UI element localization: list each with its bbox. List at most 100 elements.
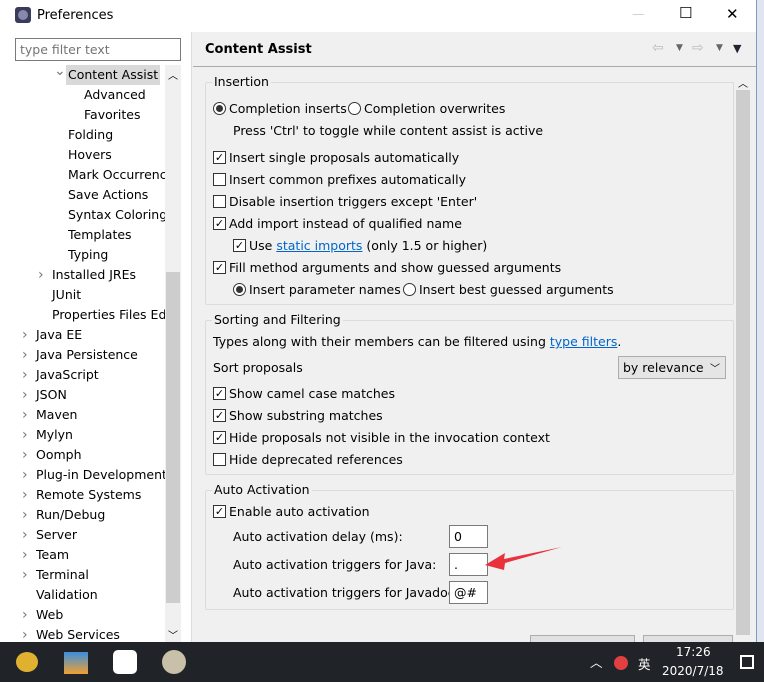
back-icon[interactable]: ⇦ bbox=[652, 40, 664, 56]
filter-input[interactable] bbox=[15, 38, 181, 61]
tree-item[interactable]: › Remote Systems bbox=[0, 485, 165, 505]
chevron-right-icon[interactable]: › bbox=[22, 505, 28, 525]
tree-item[interactable]: Favorites bbox=[0, 105, 165, 125]
chevron-right-icon[interactable]: › bbox=[22, 565, 28, 585]
chevron-right-icon[interactable]: › bbox=[22, 465, 28, 485]
chevron-right-icon[interactable]: › bbox=[22, 325, 28, 345]
use-static-imports-checkbox[interactable]: ✓ bbox=[233, 239, 246, 252]
tree-item-label: Templates bbox=[68, 227, 132, 242]
completion-overwrites-radio[interactable] bbox=[348, 102, 361, 115]
chevron-right-icon[interactable]: › bbox=[22, 545, 28, 565]
clock-time[interactable]: 17:26 bbox=[676, 645, 711, 659]
ime-indicator[interactable]: 英 bbox=[638, 654, 651, 673]
tree-item[interactable]: › Mylyn bbox=[0, 425, 165, 445]
disable-triggers-checkbox[interactable] bbox=[213, 195, 226, 208]
tree-item[interactable]: › Run/Debug bbox=[0, 505, 165, 525]
insert-common-checkbox[interactable] bbox=[213, 173, 226, 186]
substring-checkbox[interactable]: ✓ bbox=[213, 409, 226, 422]
chevron-right-icon[interactable]: › bbox=[22, 405, 28, 425]
app-icon-4[interactable] bbox=[162, 650, 186, 674]
static-imports-link[interactable]: static imports bbox=[276, 238, 362, 253]
insert-param-names-label: Insert parameter names bbox=[249, 282, 401, 297]
insertion-title: Insertion bbox=[212, 74, 271, 89]
sort-proposals-label: Sort proposals bbox=[213, 360, 303, 375]
enable-auto-activation-label: Enable auto activation bbox=[229, 504, 370, 519]
tree-item[interactable]: › Web bbox=[0, 605, 165, 625]
tree-item[interactable]: › Maven bbox=[0, 405, 165, 425]
tree-item[interactable]: ⌄ Content Assist bbox=[0, 65, 165, 85]
eclipse-icon bbox=[15, 7, 31, 23]
insert-common-label: Insert common prefixes automatically bbox=[229, 172, 467, 187]
tree-item[interactable]: Hovers bbox=[0, 145, 165, 165]
back-menu-icon[interactable]: ▼ bbox=[676, 43, 683, 53]
scroll-down-icon[interactable]: ﹀ bbox=[168, 627, 178, 642]
completion-inserts-radio[interactable] bbox=[213, 102, 226, 115]
tree-item[interactable]: › Java Persistence bbox=[0, 345, 165, 365]
tree-item[interactable]: Advanced bbox=[0, 85, 165, 105]
tree-item[interactable]: › Server bbox=[0, 525, 165, 545]
tree-item[interactable]: › Installed JREs bbox=[0, 265, 165, 285]
forward-icon[interactable]: ⇨ bbox=[692, 40, 704, 56]
enable-auto-activation-checkbox[interactable]: ✓ bbox=[213, 505, 226, 518]
maximize-button[interactable]: ☐ bbox=[679, 4, 692, 22]
tree-item[interactable]: › Java EE bbox=[0, 325, 165, 345]
scroll-up-icon[interactable]: ︿ bbox=[168, 67, 178, 82]
notification-icon[interactable] bbox=[740, 655, 754, 669]
add-import-checkbox[interactable]: ✓ bbox=[213, 217, 226, 230]
chevron-right-icon[interactable]: › bbox=[22, 605, 28, 625]
sort-proposals-select[interactable]: by relevance ﹀ bbox=[618, 356, 726, 379]
chevron-right-icon[interactable]: › bbox=[22, 445, 28, 465]
qq-icon[interactable] bbox=[614, 656, 628, 670]
fill-args-checkbox[interactable]: ✓ bbox=[213, 261, 226, 274]
tree-item[interactable]: › Plug-in Development bbox=[0, 465, 165, 485]
close-button[interactable]: ✕ bbox=[726, 5, 739, 23]
tree-scrollbar[interactable]: ︿ ﹀ bbox=[165, 65, 181, 642]
app-icon-3[interactable] bbox=[113, 650, 137, 674]
view-menu-icon[interactable]: ▼ bbox=[733, 42, 741, 55]
tree-item[interactable]: Folding bbox=[0, 125, 165, 145]
insert-best-guessed-radio[interactable] bbox=[403, 283, 416, 296]
tree-scrollbar-thumb[interactable] bbox=[166, 272, 180, 603]
tree-item-label: Web bbox=[36, 607, 64, 622]
insert-param-names-radio[interactable] bbox=[233, 283, 246, 296]
tree-item[interactable]: › JSON bbox=[0, 385, 165, 405]
tree-item[interactable]: Save Actions bbox=[0, 185, 165, 205]
tree-item[interactable]: › JavaScript bbox=[0, 365, 165, 385]
tree-item[interactable]: Mark Occurrences bbox=[0, 165, 165, 185]
minimize-button[interactable]: — bbox=[632, 6, 645, 21]
tree-item[interactable]: Typing bbox=[0, 245, 165, 265]
show-hidden-icons[interactable]: ︿ bbox=[590, 652, 603, 671]
hide-deprecated-checkbox[interactable] bbox=[213, 453, 226, 466]
app-icon-1[interactable] bbox=[16, 652, 38, 672]
type-filters-link[interactable]: type filters bbox=[550, 334, 618, 349]
forward-menu-icon[interactable]: ▼ bbox=[716, 43, 723, 53]
tree-item-label: JUnit bbox=[52, 287, 82, 302]
chevron-right-icon[interactable]: › bbox=[22, 525, 28, 545]
tree-item[interactable]: Properties Files Editor bbox=[0, 305, 165, 325]
tree-item[interactable]: Validation bbox=[0, 585, 165, 605]
chevron-right-icon[interactable]: › bbox=[22, 385, 28, 405]
tree-item[interactable]: › Terminal bbox=[0, 565, 165, 585]
chevron-right-icon[interactable]: › bbox=[22, 365, 28, 385]
tree-item[interactable]: Syntax Coloring bbox=[0, 205, 165, 225]
clock-date[interactable]: 2020/7/18 bbox=[662, 664, 724, 678]
tree-item[interactable]: › Team bbox=[0, 545, 165, 565]
app-icon-2[interactable] bbox=[64, 652, 88, 674]
chevron-right-icon[interactable]: › bbox=[22, 425, 28, 445]
tree-item[interactable]: JUnit bbox=[0, 285, 165, 305]
chevron-down-icon[interactable]: ⌄ bbox=[54, 65, 66, 81]
hide-not-visible-checkbox[interactable]: ✓ bbox=[213, 431, 226, 444]
content-scrollbar[interactable]: ︿ bbox=[735, 72, 751, 637]
chevron-right-icon[interactable]: › bbox=[38, 265, 44, 285]
chevron-right-icon[interactable]: › bbox=[22, 485, 28, 505]
insert-single-checkbox[interactable]: ✓ bbox=[213, 151, 226, 164]
scroll-up-icon[interactable]: ︿ bbox=[738, 75, 748, 90]
tree-item-label: Mark Occurrences bbox=[68, 167, 165, 182]
chevron-right-icon[interactable]: › bbox=[22, 345, 28, 365]
types-text: Types along with their members can be fi… bbox=[213, 334, 546, 349]
camel-case-checkbox[interactable]: ✓ bbox=[213, 387, 226, 400]
tree-item[interactable]: › Oomph bbox=[0, 445, 165, 465]
tree-item[interactable]: Templates bbox=[0, 225, 165, 245]
content-scrollbar-thumb[interactable] bbox=[736, 90, 750, 635]
javadoc-triggers-input[interactable]: @# bbox=[449, 581, 488, 604]
